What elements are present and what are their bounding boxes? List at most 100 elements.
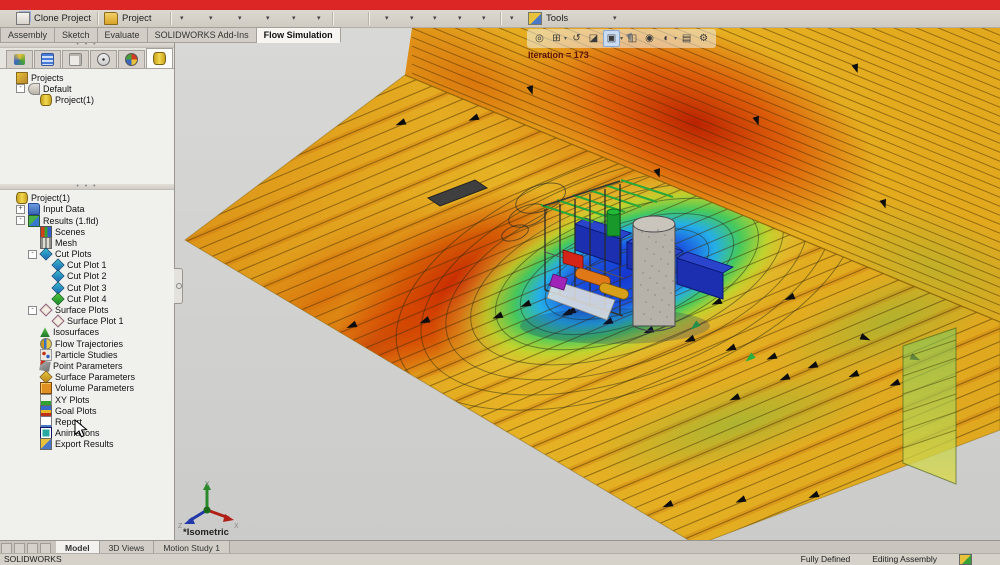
graphics-viewport[interactable]: ◎⊞▾↺◪▣▾◫◉◐▾▤⚙ Iteration = 173 *Isometric… — [175, 28, 1000, 541]
view-orientation-icon[interactable]: ▣ — [603, 30, 620, 47]
tools-menu[interactable]: Tools — [528, 10, 568, 27]
tree-item-point-parameters[interactable]: +Point Parameters — [2, 360, 174, 371]
panel-tab-strip — [0, 48, 174, 69]
zoom-fit-icon[interactable]: ◎ — [532, 31, 547, 46]
tree-item-report[interactable]: +Report — [2, 416, 174, 427]
tree-item-animations[interactable]: +Animations — [2, 428, 174, 439]
tree-item-surface-plots[interactable]: - Surface Plots — [2, 304, 174, 315]
orientation-triad: Y X Z — [177, 476, 241, 536]
toolbar-dropdown-caret[interactable]: ▾ — [613, 14, 617, 22]
tree-item-projects[interactable]: +Projects — [2, 72, 174, 83]
tree-item-cut-plot-4[interactable]: +Cut Plot 4 — [2, 293, 174, 304]
toolbar-dropdown-caret[interactable]: ▾ — [433, 14, 437, 22]
expand-toggle[interactable]: - — [16, 216, 25, 225]
toolbar-dropdown-caret[interactable]: ▾ — [180, 14, 184, 22]
scenes-icon — [40, 226, 52, 238]
tree-item-label: Input Data — [43, 204, 85, 214]
video-banner — [0, 0, 1000, 10]
tree-item-volume-parameters[interactable]: +Volume Parameters — [2, 383, 174, 394]
clone-project-button[interactable]: Clone Project — [16, 10, 91, 27]
tree-item-label: Surface Plots — [55, 305, 109, 315]
view-settings-icon[interactable]: ⚙ — [696, 31, 711, 46]
tree-item-results-1-fld-[interactable]: -Results (1.fld) — [2, 215, 174, 226]
expand-toggle[interactable]: + — [16, 205, 25, 214]
tree-item-input-data[interactable]: + Input Data — [2, 204, 174, 215]
toolbar-dropdown-caret[interactable]: ▾ — [410, 14, 414, 22]
tools-label: Tools — [546, 13, 568, 24]
goal-plots-icon — [40, 405, 52, 417]
tree-item-label: Default — [43, 84, 72, 94]
toolbar-dropdown-caret[interactable]: ▾ — [266, 14, 270, 22]
tree-item-label: Cut Plot 4 — [67, 294, 107, 304]
projects-icon — [16, 72, 28, 84]
hud-caret[interactable]: ▾ — [620, 35, 623, 42]
panel-tab-configurationmanager[interactable] — [62, 50, 89, 68]
panel-tab-displaymanager[interactable] — [118, 50, 145, 68]
clone-project-icon — [16, 12, 30, 25]
panel-tab-propertymanager[interactable] — [34, 50, 61, 68]
panel-tab-flow-simulation-tree[interactable] — [146, 48, 173, 68]
expand-toggle[interactable]: - — [28, 306, 37, 315]
zoom-area-icon[interactable]: ⊞ — [549, 31, 564, 46]
toolbar-dropdown-caret[interactable]: ▾ — [292, 14, 296, 22]
toolbar-dropdown-caret[interactable]: ▾ — [385, 14, 389, 22]
scene-icon[interactable]: ▤ — [679, 31, 694, 46]
hud-caret[interactable]: ▾ — [564, 35, 567, 42]
tree-item-particle-studies[interactable]: +Particle Studies — [2, 349, 174, 360]
tree-item-cut-plot-2[interactable]: +Cut Plot 2 — [2, 271, 174, 282]
tab-evaluate[interactable]: Evaluate — [98, 27, 148, 43]
tree-item-label: Cut Plot 2 — [67, 271, 107, 281]
toolbar-dropdown-caret[interactable]: ▾ — [238, 14, 242, 22]
tab-sketch[interactable]: Sketch — [55, 27, 98, 43]
expand-toggle[interactable]: - — [28, 250, 37, 259]
hide-show-items-icon[interactable]: ◉ — [642, 31, 657, 46]
tab-flow-simulation[interactable]: Flow Simulation — [257, 27, 341, 43]
tree-item-label: Cut Plot 1 — [67, 260, 107, 270]
export-results-icon — [40, 438, 52, 450]
flow-simulation-plot[interactable] — [175, 28, 1000, 540]
toolbar-dropdown-caret[interactable]: ▾ — [317, 14, 321, 22]
expand-toggle[interactable]: - — [16, 84, 25, 93]
panel-tab-featuremanager-design-tree[interactable] — [6, 50, 33, 68]
project-label: Project — [122, 13, 152, 24]
results-tree: +Project(1)+Input Data-Results (1.fld)+S… — [0, 190, 174, 450]
previous-view-icon[interactable]: ↺ — [569, 31, 584, 46]
tree-item-cut-plot-3[interactable]: +Cut Plot 3 — [2, 282, 174, 293]
toolbar-dropdown-caret[interactable]: ▾ — [458, 14, 462, 22]
tree-item-label: Project(1) — [31, 193, 70, 203]
tab-assembly[interactable]: Assembly — [0, 27, 55, 43]
tab-solidworks-add-ins[interactable]: SOLIDWORKS Add-Ins — [148, 27, 257, 43]
panel-collapse-handle[interactable] — [174, 268, 183, 304]
panel-tab-dimxpertmanager[interactable] — [90, 50, 117, 68]
tree-item-xy-plots[interactable]: +XY Plots — [2, 394, 174, 405]
tree-item-project-1-[interactable]: +Project(1) — [2, 94, 174, 105]
toolbar-dropdown-caret[interactable]: ▾ — [482, 14, 486, 22]
toolbar-dropdown-caret[interactable]: ▾ — [209, 14, 213, 22]
tree-item-surface-plot-1[interactable]: +Surface Plot 1 — [2, 316, 174, 327]
tree-item-project-1-[interactable]: +Project(1) — [2, 193, 174, 204]
tree-item-mesh[interactable]: +Mesh — [2, 237, 174, 248]
tree-item-scenes[interactable]: +Scenes — [2, 226, 174, 237]
tree-item-isosurfaces[interactable]: +Isosurfaces — [2, 327, 174, 338]
tree-item-default[interactable]: - Default — [2, 83, 174, 94]
appearances-icon[interactable]: ◐ — [659, 31, 674, 46]
animations-icon — [40, 427, 52, 439]
hud-caret[interactable]: ▾ — [674, 35, 677, 42]
heads-up-view-toolbar: ◎⊞▾↺◪▣▾◫◉◐▾▤⚙ — [527, 29, 716, 48]
project-menu[interactable]: Project — [104, 10, 152, 27]
tree-item-cut-plot-1[interactable]: +Cut Plot 1 — [2, 260, 174, 271]
tree-item-surface-parameters[interactable]: +Surface Parameters — [2, 372, 174, 383]
tree-item-label: Surface Parameters — [55, 372, 135, 382]
displaymanager-icon — [125, 53, 138, 66]
tree-item-flow-trajectories[interactable]: +Flow Trajectories — [2, 338, 174, 349]
tree-item-cut-plots[interactable]: -Cut Plots — [2, 249, 174, 260]
toolbar-separator — [170, 12, 172, 25]
display-style-icon[interactable]: ◫ — [625, 31, 640, 46]
results-icon — [28, 215, 40, 227]
section-view-icon[interactable]: ◪ — [586, 31, 601, 46]
tree-item-goal-plots[interactable]: +Goal Plots — [2, 405, 174, 416]
configurationmanager-icon — [69, 53, 82, 66]
tree-item-export-results[interactable]: +Export Results — [2, 439, 174, 450]
toolbar-separator — [332, 12, 334, 25]
toolbar-dropdown-caret[interactable]: ▾ — [510, 14, 514, 22]
